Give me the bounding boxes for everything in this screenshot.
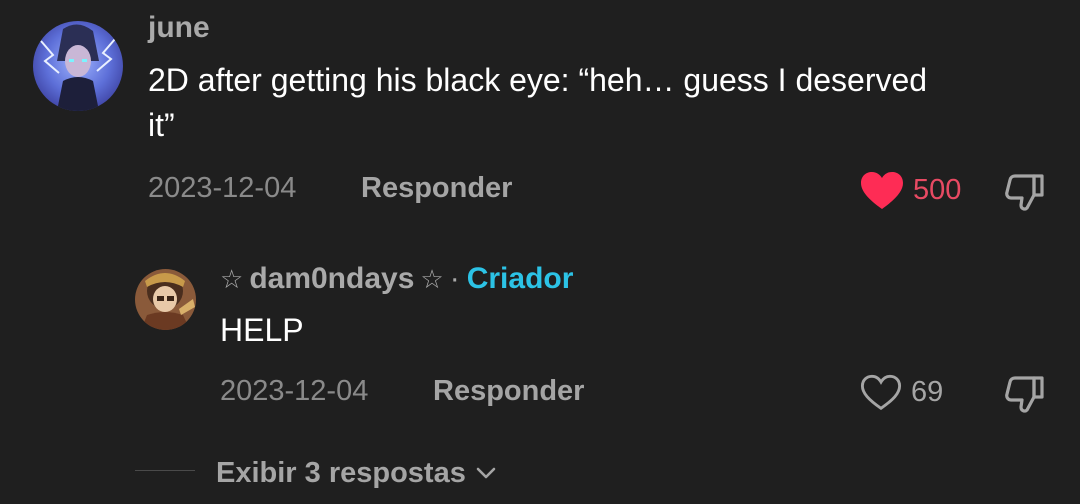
- star-icon: ☆: [220, 264, 244, 294]
- avatar[interactable]: [33, 21, 123, 111]
- comment-username[interactable]: june: [148, 13, 210, 43]
- separator-dot: ·: [449, 262, 460, 295]
- reply-button[interactable]: Responder: [433, 377, 584, 406]
- star-icon: ☆: [420, 264, 444, 294]
- like-count: 500: [913, 174, 962, 206]
- dislike-icon[interactable]: [1003, 170, 1047, 214]
- avatar[interactable]: [135, 269, 196, 330]
- comment-date: 2023-12-04: [148, 172, 297, 204]
- chevron-down-icon: [476, 467, 496, 479]
- profile-avatar-icon: [135, 269, 196, 330]
- like-count: 69: [911, 376, 944, 408]
- dislike-icon[interactable]: [1003, 372, 1047, 416]
- thread-divider: [135, 470, 195, 471]
- reply-date: 2023-12-04: [220, 375, 369, 407]
- reply-username[interactable]: dam0ndays: [249, 262, 414, 296]
- reply-text: HELP: [220, 312, 304, 348]
- view-replies-button[interactable]: Exibir 3 respostas: [216, 456, 496, 490]
- reply-button[interactable]: Responder: [361, 174, 512, 203]
- creator-badge: Criador: [466, 262, 574, 295]
- reply-username-row: ☆ dam0ndays ☆ · Criador: [220, 262, 573, 296]
- comment-text: 2D after getting his black eye: “heh… gu…: [148, 62, 928, 143]
- heart-outline-icon[interactable]: [860, 373, 902, 413]
- profile-avatar-icon: [33, 21, 123, 111]
- view-replies-label: Exibir 3 respostas: [216, 457, 466, 489]
- heart-icon[interactable]: [860, 171, 904, 211]
